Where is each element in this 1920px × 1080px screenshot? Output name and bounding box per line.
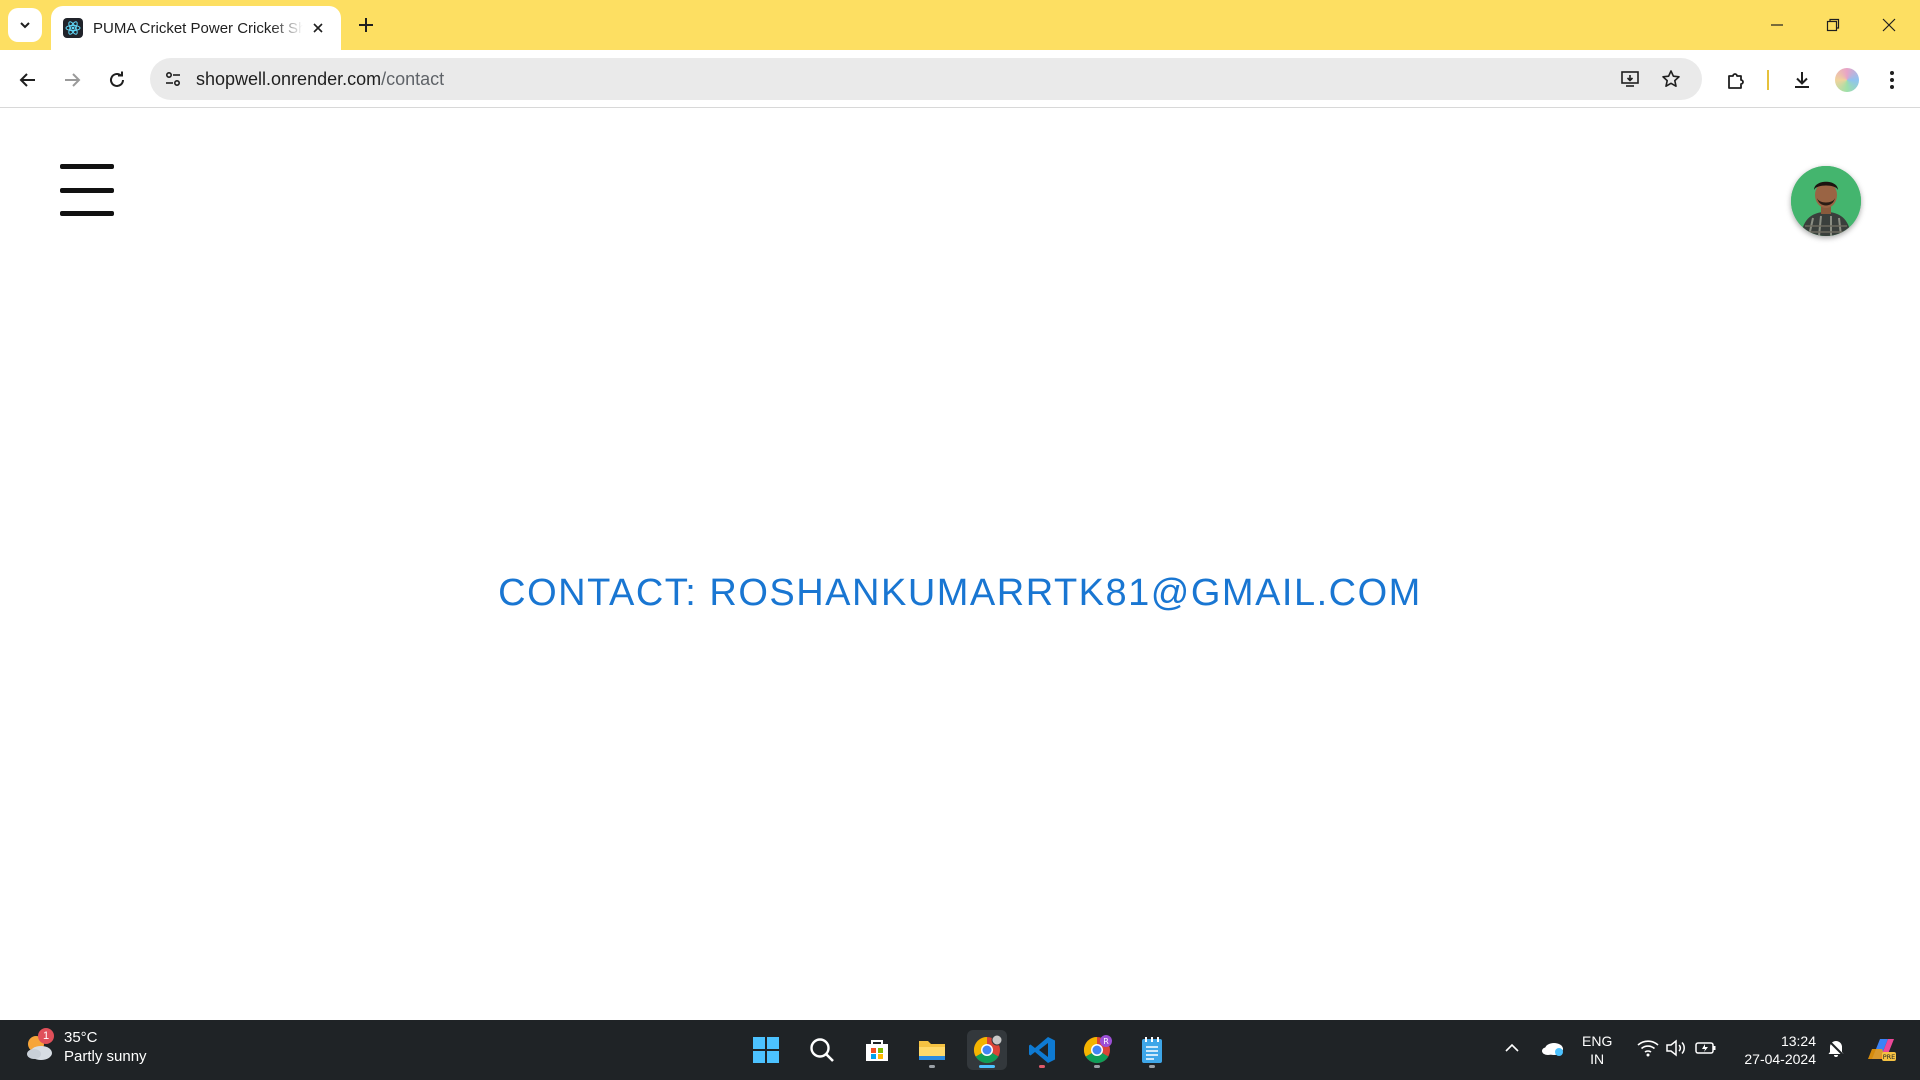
weather-temp: 35°C xyxy=(64,1029,98,1046)
system-clock[interactable]: 13:24 27-04-2024 xyxy=(1736,1032,1816,1068)
profile-avatar-icon xyxy=(1835,68,1859,92)
back-button[interactable] xyxy=(12,64,44,96)
hamburger-menu-icon[interactable] xyxy=(60,164,114,216)
menu-button[interactable] xyxy=(1876,64,1908,96)
copilot-icon[interactable]: PRE xyxy=(1864,1034,1900,1064)
running-indicator xyxy=(1149,1065,1155,1068)
hamburger-line xyxy=(60,187,114,193)
restore-icon xyxy=(1826,18,1840,32)
close-icon xyxy=(1882,18,1896,32)
extensions-button[interactable] xyxy=(1720,64,1752,96)
chrome-profile-icon: R xyxy=(1083,1035,1112,1064)
weather-badge: 1 xyxy=(38,1028,54,1044)
weather-widget[interactable]: 1 35°C Partly sunny xyxy=(22,1028,147,1066)
show-hidden-icons-button[interactable] xyxy=(1502,1036,1522,1060)
page-content: CONTACT: ROSHANKUMARRTK81@GMAIL.COM xyxy=(0,109,1920,1020)
chrome-icon xyxy=(973,1035,1002,1064)
tab-close-icon[interactable] xyxy=(307,17,329,39)
svg-text:R: R xyxy=(1103,1037,1109,1046)
browser-tab-strip: PUMA Cricket Power Cricket Shoes xyxy=(0,0,1920,50)
running-indicator xyxy=(929,1065,935,1068)
close-window-button[interactable] xyxy=(1866,10,1912,40)
profile-button[interactable] xyxy=(1831,64,1863,96)
user-photo-icon xyxy=(1791,166,1861,236)
restore-button[interactable] xyxy=(1810,10,1856,40)
store-icon xyxy=(866,1040,888,1061)
reload-icon xyxy=(110,71,124,87)
forward-button[interactable] xyxy=(56,64,88,96)
user-avatar[interactable] xyxy=(1791,166,1861,236)
download-icon xyxy=(1795,72,1809,88)
weather-text: 35°C Partly sunny xyxy=(64,1028,147,1066)
partly-sunny-icon: 1 xyxy=(22,1028,56,1064)
chevron-up-icon xyxy=(1505,1043,1519,1052)
new-tab-button[interactable] xyxy=(352,11,380,39)
windows-taskbar: 1 35°C Partly sunny R ENG IN 13:24 27-04… xyxy=(0,1020,1920,1080)
downloads-button[interactable] xyxy=(1786,64,1818,96)
reload-button[interactable] xyxy=(101,64,133,96)
taskbar-chrome-profile-app[interactable]: R xyxy=(1077,1030,1117,1070)
taskbar-chrome-app[interactable] xyxy=(967,1030,1007,1070)
windows-start-icon xyxy=(753,1037,779,1063)
hamburger-line xyxy=(60,164,114,169)
svg-text:PRE: PRE xyxy=(1883,1053,1896,1061)
search-icon xyxy=(810,1038,834,1062)
clock-time: 13:24 xyxy=(1780,1033,1816,1049)
chevron-down-icon xyxy=(20,22,30,29)
file-explorer-icon xyxy=(919,1041,945,1060)
weather-desc: Partly sunny xyxy=(64,1048,147,1065)
minimize-icon xyxy=(1771,24,1783,26)
battery-icon[interactable] xyxy=(1694,1036,1718,1060)
lang-top: ENG xyxy=(1582,1033,1613,1049)
address-bar[interactable]: shopwell.onrender.com/contact xyxy=(150,58,1702,100)
bookmark-star-icon[interactable] xyxy=(1655,63,1687,95)
tab-title: PUMA Cricket Power Cricket Shoes xyxy=(93,19,303,37)
taskbar-store-app[interactable] xyxy=(857,1030,897,1070)
volume-icon[interactable] xyxy=(1664,1036,1688,1060)
plus-icon xyxy=(359,18,373,32)
site-info-icon[interactable] xyxy=(160,66,186,92)
taskbar-vscode-app[interactable] xyxy=(1022,1030,1062,1070)
running-indicator xyxy=(1094,1065,1100,1068)
start-button[interactable] xyxy=(746,1030,786,1070)
contact-email-text: CONTACT: ROSHANKUMARRTK81@GMAIL.COM xyxy=(498,572,1422,614)
language-indicator[interactable]: ENG IN xyxy=(1582,1032,1612,1068)
url-domain: shopwell.onrender.com xyxy=(196,68,382,89)
browser-tab-active[interactable]: PUMA Cricket Power Cricket Shoes xyxy=(51,6,341,50)
toolbar-separator xyxy=(1767,70,1769,90)
taskbar-notepad-app[interactable] xyxy=(1132,1030,1172,1070)
url-text: shopwell.onrender.com/contact xyxy=(196,69,444,90)
react-favicon-icon xyxy=(63,18,83,38)
puzzle-icon xyxy=(1728,73,1744,89)
lang-bottom: IN xyxy=(1590,1051,1605,1067)
tab-search-button[interactable] xyxy=(8,8,42,42)
taskbar-file-explorer[interactable] xyxy=(912,1030,952,1070)
active-indicator xyxy=(979,1065,995,1068)
clock-date: 27-04-2024 xyxy=(1744,1051,1816,1067)
wifi-icon[interactable] xyxy=(1636,1036,1660,1060)
running-indicator xyxy=(1039,1065,1045,1068)
taskbar-search-button[interactable] xyxy=(802,1030,842,1070)
minimize-button[interactable] xyxy=(1754,10,1800,40)
forward-arrow-icon xyxy=(65,73,81,87)
more-vert-icon xyxy=(1890,71,1894,89)
hamburger-line xyxy=(60,211,114,216)
notifications-bell-icon[interactable] xyxy=(1824,1036,1848,1060)
install-app-icon[interactable] xyxy=(1614,63,1646,95)
browser-toolbar: shopwell.onrender.com/contact xyxy=(0,50,1920,108)
url-path: /contact xyxy=(381,68,445,89)
notepad-icon xyxy=(1142,1037,1162,1063)
back-arrow-icon xyxy=(19,73,35,87)
onedrive-tray-icon[interactable] xyxy=(1540,1036,1566,1060)
vscode-icon xyxy=(1029,1037,1055,1063)
